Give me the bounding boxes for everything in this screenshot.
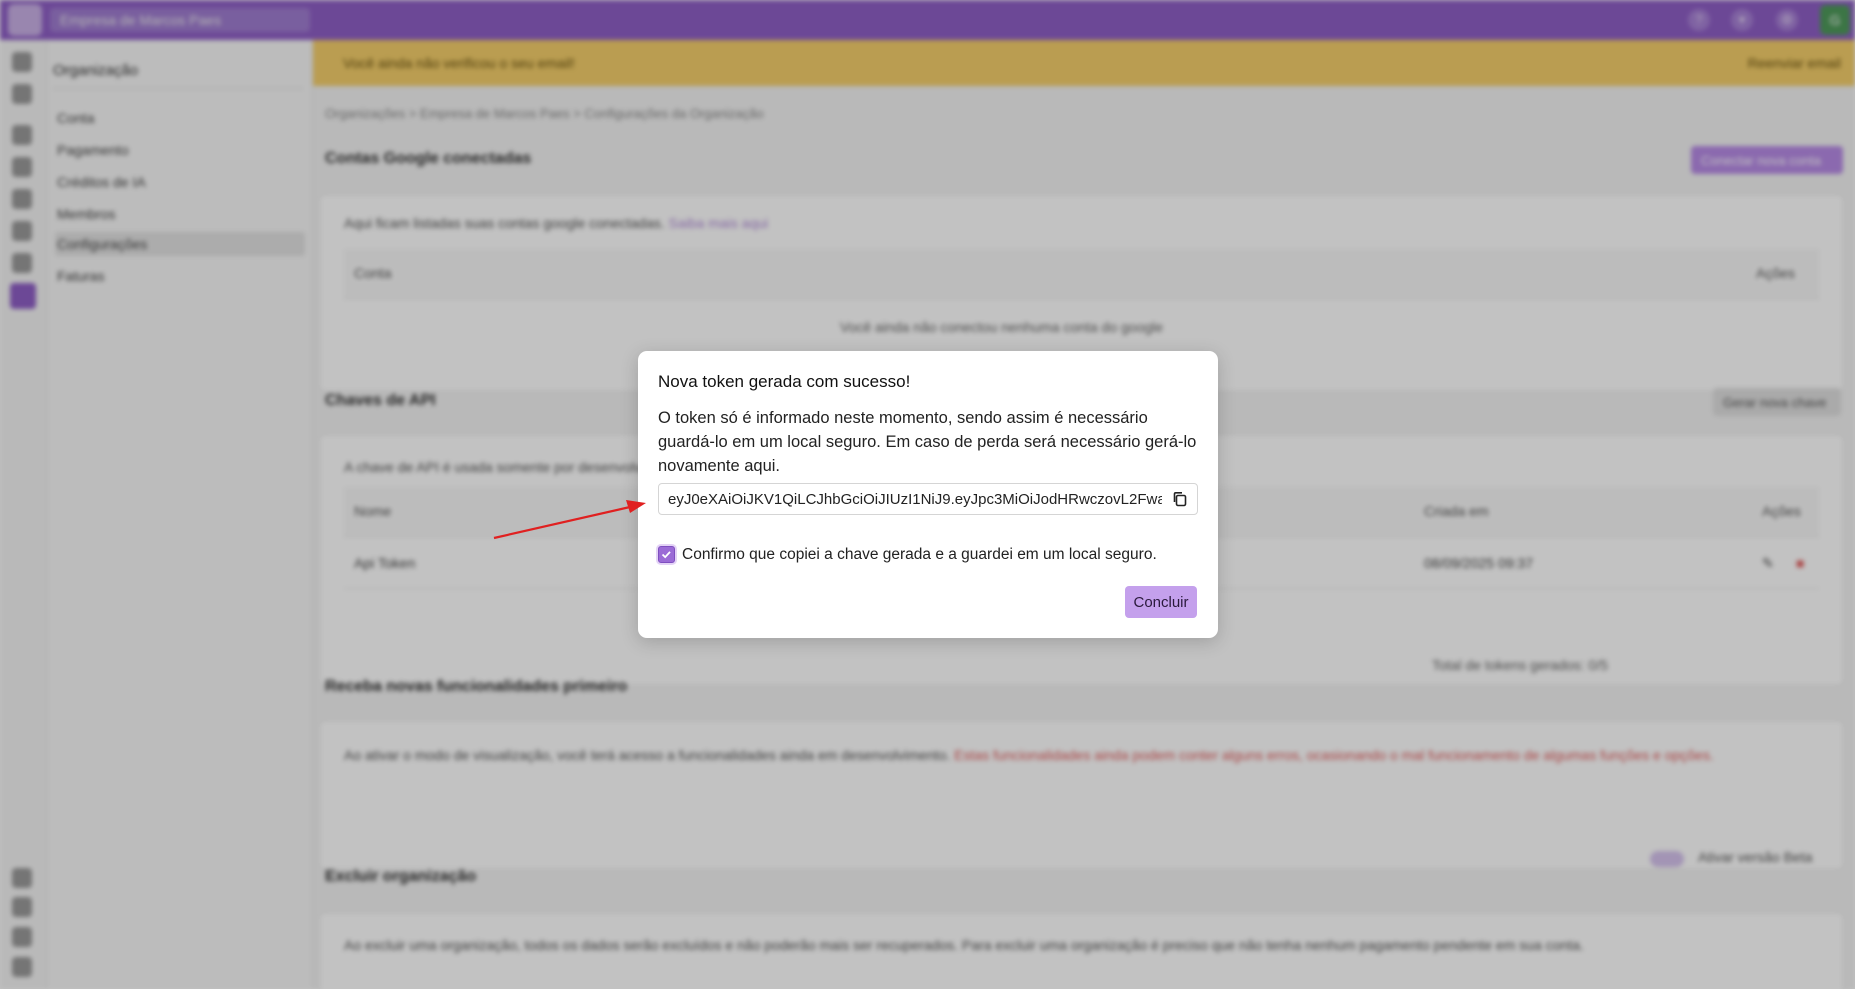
- confirm-row: Confirmo que copiei a chave gerada e a g…: [658, 545, 1198, 565]
- annotation-arrow-icon: [493, 500, 646, 540]
- confirm-checkbox[interactable]: [658, 546, 675, 563]
- check-icon: [661, 551, 671, 559]
- token-field[interactable]: eyJ0eXAiOiJKV1QiLCJhbGciOiJIUzI1NiJ9.eyJ…: [658, 483, 1198, 515]
- modal-body: O token só é informado neste momento, se…: [658, 409, 1197, 475]
- confirm-label[interactable]: Confirmo que copiei a chave gerada e a g…: [682, 546, 1157, 564]
- modal-title: Nova token gerada com sucesso!: [658, 372, 911, 391]
- conclude-button[interactable]: Concluir: [1125, 586, 1197, 618]
- token-value[interactable]: eyJ0eXAiOiJKV1QiLCJhbGciOiJIUzI1NiJ9.eyJ…: [668, 491, 1162, 508]
- token-modal: Nova token gerada com sucesso! O token s…: [638, 351, 1218, 638]
- copy-icon[interactable]: [1171, 490, 1189, 508]
